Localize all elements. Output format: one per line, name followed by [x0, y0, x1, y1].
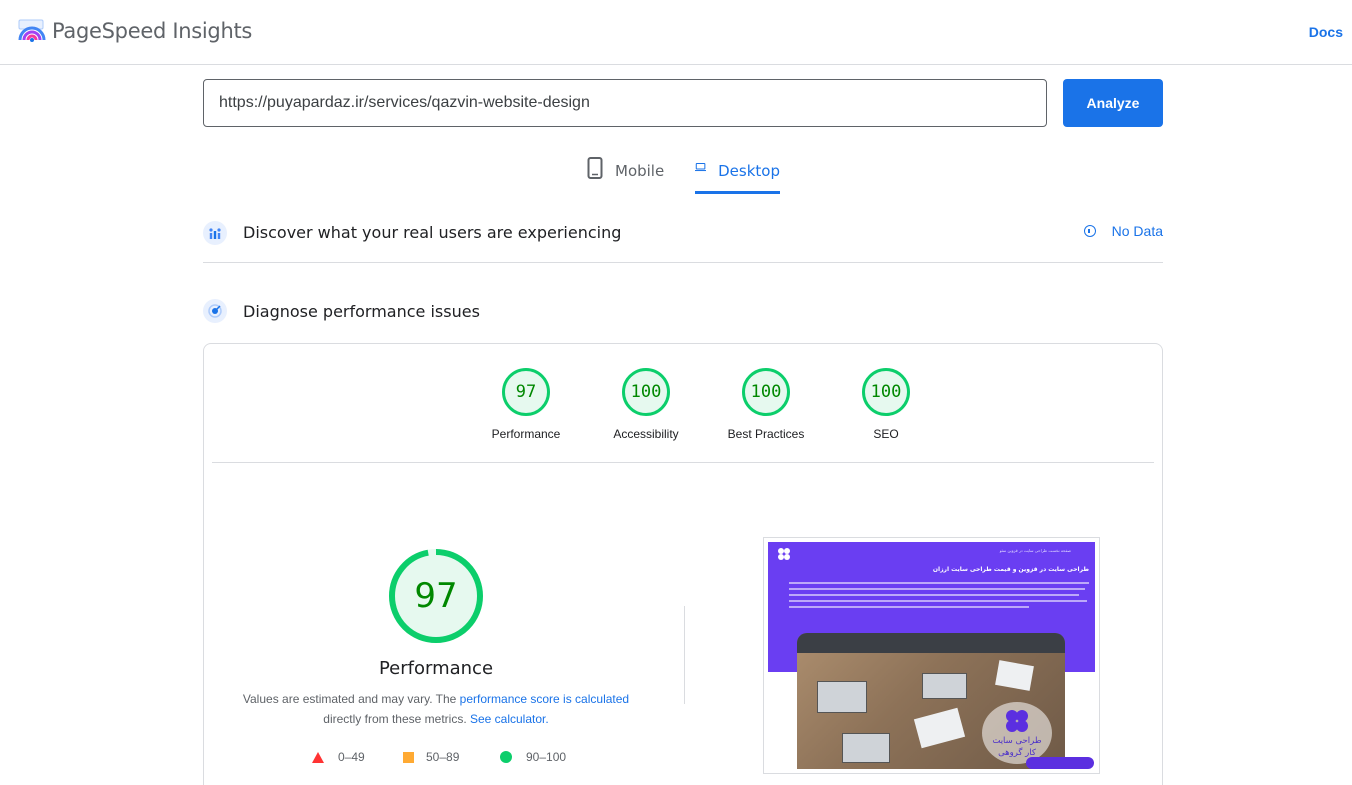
- score-calculated-link[interactable]: performance score is calculated: [460, 692, 629, 706]
- docs-link[interactable]: Docs: [1309, 24, 1343, 40]
- gauge-label: Accessibility: [613, 427, 679, 441]
- site-nav: صفحه نخست طراحی سایت در قزوین سئو: [999, 548, 1071, 553]
- desc-text: Values are estimated and may vary. The: [242, 692, 460, 706]
- field-data-icon: [203, 220, 227, 245]
- mobile-phone-icon: [587, 157, 603, 179]
- performance-score: 97: [414, 576, 458, 616]
- tab-desktop[interactable]: Desktop: [695, 158, 780, 194]
- no-data-status[interactable]: No Data: [1083, 223, 1163, 239]
- tab-mobile[interactable]: Mobile: [587, 157, 665, 194]
- laptop-icon: [695, 162, 707, 172]
- gauge-label: SEO: [873, 427, 899, 441]
- app-title[interactable]: PageSpeed Insights: [52, 19, 252, 43]
- site-preview: صفحه نخست طراحی سایت در قزوین سئو طراحی …: [768, 542, 1095, 769]
- report-card: 97 Performance 100 Accessibility 100 Bes…: [203, 343, 1163, 785]
- see-calculator-link[interactable]: See calculator.: [470, 712, 549, 726]
- gauge-divider: [212, 462, 1154, 463]
- analyze-button[interactable]: Analyze: [1063, 79, 1163, 127]
- lab-data-title: Diagnose performance issues: [243, 301, 480, 321]
- gauge-accessibility[interactable]: 100 Accessibility: [586, 368, 706, 441]
- desc-text: directly from these metrics.: [323, 712, 470, 726]
- gauge-performance[interactable]: 97 Performance: [466, 368, 586, 441]
- url-input[interactable]: [203, 79, 1047, 127]
- top-app-bar: PageSpeed Insights Docs: [0, 0, 1352, 65]
- average-square-icon: [403, 751, 414, 763]
- field-data-section: Discover what your real users are experi…: [203, 217, 1163, 263]
- no-data-label: No Data: [1111, 223, 1163, 239]
- badge-line: طراحی سایت: [992, 736, 1042, 746]
- site-heading: طراحی سایت در قزوین و قیمت طراحی سایت ار…: [932, 566, 1089, 573]
- gauge-label: Best Practices: [727, 427, 805, 441]
- tab-mobile-label: Mobile: [615, 162, 665, 180]
- gauge-score: 100: [622, 368, 670, 416]
- gauge-score: 100: [862, 368, 910, 416]
- fail-triangle-icon: [312, 751, 324, 763]
- legend-range: 0–49: [338, 750, 365, 764]
- tab-desktop-label: Desktop: [718, 162, 780, 180]
- gauge-score: 100: [742, 368, 790, 416]
- gauge-best-practices[interactable]: 100 Best Practices: [706, 368, 826, 441]
- site-badge-text: طراحی سایت کار گروهی: [982, 735, 1052, 759]
- site-chat-widget: [1026, 757, 1094, 769]
- lab-data-icon: [203, 299, 227, 323]
- field-data-title: Discover what your real users are experi…: [243, 223, 622, 242]
- gauge-score: 97: [502, 368, 550, 416]
- info-icon: [1083, 225, 1096, 237]
- gauge-label: Performance: [491, 427, 561, 441]
- pagespeed-logo-icon[interactable]: [18, 18, 46, 44]
- performance-title: Performance: [378, 658, 494, 679]
- legend-average: 50–89: [403, 750, 459, 764]
- vertical-divider: [684, 606, 685, 704]
- legend-range: 90–100: [526, 750, 567, 764]
- lab-data-section: Diagnose performance issues: [203, 296, 1163, 326]
- legend-fail: 0–49: [312, 750, 365, 764]
- final-screenshot[interactable]: صفحه نخست طراحی سایت در قزوین سئو طراحی …: [763, 537, 1100, 774]
- performance-description: Values are estimated and may vary. The p…: [236, 689, 636, 729]
- category-gauges: 97 Performance 100 Accessibility 100 Bes…: [466, 368, 946, 441]
- pass-circle-icon: [500, 751, 512, 763]
- site-paragraph: [789, 582, 1089, 612]
- gauge-seo[interactable]: 100 SEO: [826, 368, 946, 441]
- site-logo-icon: [778, 548, 790, 560]
- legend-pass: 90–100: [500, 750, 566, 764]
- legend-range: 50–89: [426, 750, 460, 764]
